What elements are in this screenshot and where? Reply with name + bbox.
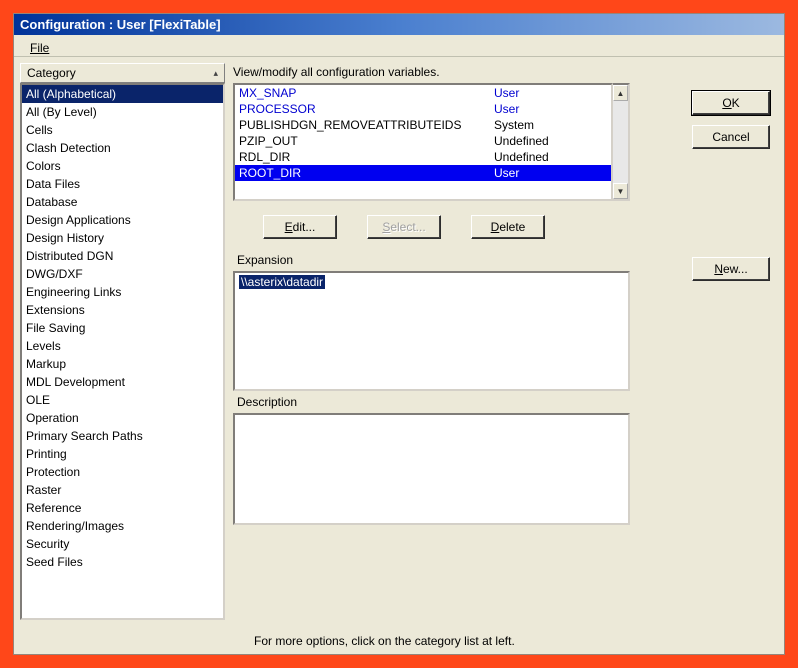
left-panel: Category ▴ All (Alphabetical)All (By Lev… <box>20 63 225 620</box>
ok-txt: K <box>732 96 740 110</box>
category-item[interactable]: Security <box>22 535 223 553</box>
category-item[interactable]: Levels <box>22 337 223 355</box>
select-txt: elect... <box>390 220 425 234</box>
category-item[interactable]: Primary Search Paths <box>22 427 223 445</box>
category-item[interactable]: Colors <box>22 157 223 175</box>
variable-scope: User <box>494 166 607 180</box>
variable-row[interactable]: MX_SNAPUser <box>235 85 611 101</box>
chevron-up-icon: ▴ <box>213 68 218 79</box>
category-item[interactable]: Cells <box>22 121 223 139</box>
variable-name: ROOT_DIR <box>239 166 494 180</box>
category-item[interactable]: Seed Files <box>22 553 223 571</box>
menu-file-label: File <box>30 41 49 55</box>
category-item[interactable]: MDL Development <box>22 373 223 391</box>
category-item[interactable]: Raster <box>22 481 223 499</box>
variable-name: PROCESSOR <box>239 102 494 116</box>
variable-row[interactable]: PUBLISHDGN_REMOVEATTRIBUTEIDSSystem <box>235 117 611 133</box>
category-item[interactable]: Design Applications <box>22 211 223 229</box>
category-item[interactable]: All (Alphabetical) <box>22 85 223 103</box>
category-item[interactable]: Database <box>22 193 223 211</box>
variable-name: RDL_DIR <box>239 150 494 164</box>
category-item[interactable]: All (By Level) <box>22 103 223 121</box>
category-item[interactable]: Markup <box>22 355 223 373</box>
category-item[interactable]: Protection <box>22 463 223 481</box>
variable-list-wrap: MX_SNAPUserPROCESSORUserPUBLISHDGN_REMOV… <box>233 83 630 201</box>
category-item[interactable]: File Saving <box>22 319 223 337</box>
variable-scope: Undefined <box>494 134 607 148</box>
edit-txt: dit... <box>293 220 316 234</box>
delete-txt: elete <box>499 220 525 234</box>
category-item[interactable]: Data Files <box>22 175 223 193</box>
variable-buttons: Edit... Select... Delete <box>263 215 630 239</box>
category-item[interactable]: Design History <box>22 229 223 247</box>
cancel-button[interactable]: Cancel <box>692 125 770 149</box>
description-textbox[interactable] <box>233 413 630 525</box>
new-button[interactable]: New... <box>692 257 770 281</box>
new-txt: ew... <box>723 262 748 276</box>
variable-scrollbar[interactable]: ▲ ▼ <box>613 83 630 201</box>
variable-name: PZIP_OUT <box>239 134 494 148</box>
side-buttons: OK Cancel New... <box>692 91 770 281</box>
right-panel: View/modify all configuration variables.… <box>233 63 778 620</box>
category-item[interactable]: OLE <box>22 391 223 409</box>
category-item[interactable]: Distributed DGN <box>22 247 223 265</box>
category-header-label: Category <box>27 66 76 80</box>
variable-row[interactable]: PROCESSORUser <box>235 101 611 117</box>
category-item[interactable]: Clash Detection <box>22 139 223 157</box>
category-header[interactable]: Category ▴ <box>20 63 225 83</box>
scroll-up-icon[interactable]: ▲ <box>613 85 628 101</box>
menubar: File <box>14 35 784 57</box>
config-window: Configuration : User [FlexiTable] File C… <box>13 13 785 655</box>
variable-scope: User <box>494 102 607 116</box>
viewmodify-label: View/modify all configuration variables. <box>233 65 630 79</box>
variable-list[interactable]: MX_SNAPUserPROCESSORUserPUBLISHDGN_REMOV… <box>233 83 613 201</box>
edit-button[interactable]: Edit... <box>263 215 337 239</box>
category-item[interactable]: Engineering Links <box>22 283 223 301</box>
delete-button[interactable]: Delete <box>471 215 545 239</box>
category-item[interactable]: Extensions <box>22 301 223 319</box>
variable-scope: System <box>494 118 607 132</box>
category-item[interactable]: Rendering/Images <box>22 517 223 535</box>
variable-scope: Undefined <box>494 150 607 164</box>
variable-name: MX_SNAP <box>239 86 494 100</box>
variable-name: PUBLISHDGN_REMOVEATTRIBUTEIDS <box>239 118 494 132</box>
variable-row[interactable]: RDL_DIRUndefined <box>235 149 611 165</box>
category-item[interactable]: DWG/DXF <box>22 265 223 283</box>
titlebar: Configuration : User [FlexiTable] <box>14 14 784 35</box>
category-item[interactable]: Printing <box>22 445 223 463</box>
expansion-value: \\asterix\datadir <box>239 275 325 289</box>
category-listbox[interactable]: All (Alphabetical)All (By Level)CellsCla… <box>20 83 225 620</box>
menu-file[interactable]: File <box>24 39 55 57</box>
category-item[interactable]: Reference <box>22 499 223 517</box>
description-group: Description <box>233 395 630 525</box>
footer-hint: For more options, click on the category … <box>14 626 784 654</box>
select-button: Select... <box>367 215 441 239</box>
variable-row[interactable]: ROOT_DIRUser <box>235 165 611 181</box>
expansion-textbox[interactable]: \\asterix\datadir <box>233 271 630 391</box>
ok-button[interactable]: OK <box>692 91 770 115</box>
expansion-group: Expansion \\asterix\datadir <box>233 253 630 391</box>
category-item[interactable]: Operation <box>22 409 223 427</box>
variable-scope: User <box>494 86 607 100</box>
description-label: Description <box>237 395 630 409</box>
scroll-down-icon[interactable]: ▼ <box>613 183 628 199</box>
expansion-label: Expansion <box>237 253 630 267</box>
content: Category ▴ All (Alphabetical)All (By Lev… <box>14 57 784 626</box>
variable-row[interactable]: PZIP_OUTUndefined <box>235 133 611 149</box>
